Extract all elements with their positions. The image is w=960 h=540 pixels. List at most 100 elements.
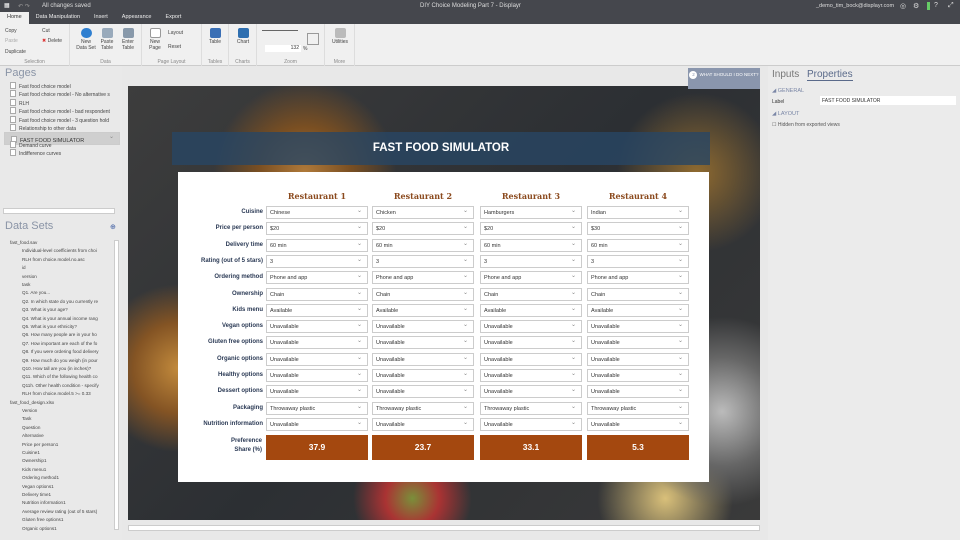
variable-item[interactable]: Vegan options1: [22, 484, 122, 489]
attribute-select[interactable]: Unavailable: [266, 352, 368, 366]
tab-properties[interactable]: Properties: [807, 69, 853, 81]
attribute-select[interactable]: Unavailable: [266, 336, 368, 350]
layout-section[interactable]: ◢ LAYOUT: [772, 111, 799, 117]
attribute-select[interactable]: Unavailable: [480, 352, 582, 366]
attribute-select[interactable]: Chain: [266, 287, 368, 301]
table-button[interactable]: Table: [205, 28, 225, 45]
page-item[interactable]: Indifference curves: [10, 149, 120, 157]
page-item[interactable]: Fast food choice model: [10, 82, 120, 90]
enter-table-button[interactable]: Enter Table: [119, 28, 137, 51]
canvas-scrollbar[interactable]: [128, 525, 760, 531]
variable-item[interactable]: Q4. What is your annual income rang: [22, 316, 122, 321]
variable-item[interactable]: Kids menu1: [22, 467, 122, 472]
attribute-select[interactable]: Chain: [372, 287, 474, 301]
label-input[interactable]: FAST FOOD SIMULATOR: [820, 96, 956, 105]
attribute-select[interactable]: Unavailable: [372, 385, 474, 399]
variable-item[interactable]: Organic options1: [22, 526, 122, 531]
copy-button[interactable]: Copy: [5, 28, 17, 34]
cut-button[interactable]: Cut: [42, 28, 50, 34]
attribute-select[interactable]: Unavailable: [587, 385, 689, 399]
variable-item[interactable]: Ordering method1: [22, 475, 122, 480]
variable-item[interactable]: Question: [22, 425, 122, 430]
attribute-select[interactable]: 3: [587, 254, 689, 268]
attribute-select[interactable]: Unavailable: [587, 369, 689, 382]
attribute-select[interactable]: Unavailable: [587, 352, 689, 366]
variable-item[interactable]: Delivery time1: [22, 492, 122, 497]
page-item[interactable]: Fast food choice model - bad respondent: [10, 107, 120, 115]
attribute-select[interactable]: Available: [587, 303, 689, 317]
attribute-select[interactable]: Unavailable: [480, 369, 582, 382]
variable-item[interactable]: Q3. What is your age?: [22, 307, 122, 312]
variable-item[interactable]: Q11h. Other health condition - specify: [22, 383, 122, 388]
attribute-select[interactable]: Unavailable: [372, 320, 474, 334]
variable-item[interactable]: Individual-level coefficients from choi: [22, 248, 122, 253]
attribute-select[interactable]: Unavailable: [480, 417, 582, 431]
attribute-select[interactable]: $20: [480, 222, 582, 236]
attribute-select[interactable]: 60 min: [372, 238, 474, 252]
page-item[interactable]: Fast food choice model - 3 question hold: [10, 116, 120, 124]
dataset-file[interactable]: fast_food.sav: [10, 240, 110, 245]
delete-button[interactable]: ✖ Delete: [42, 38, 62, 44]
attribute-select[interactable]: Unavailable: [480, 385, 582, 399]
tab-insert[interactable]: Insert: [87, 12, 115, 24]
attribute-select[interactable]: 60 min: [266, 238, 368, 252]
attribute-select[interactable]: Unavailable: [372, 417, 474, 431]
attribute-select[interactable]: Throwaway plastic: [587, 401, 689, 415]
app-menu-icon[interactable]: ▦: [4, 2, 10, 9]
attribute-select[interactable]: Unavailable: [372, 336, 474, 350]
attribute-select[interactable]: Available: [372, 303, 474, 317]
attribute-select[interactable]: 3: [266, 254, 368, 268]
attribute-select[interactable]: Chain: [480, 287, 582, 301]
tab-appearance[interactable]: Appearance: [115, 12, 159, 24]
variable-item[interactable]: task: [22, 282, 122, 287]
page-item[interactable]: Demand curve: [10, 141, 120, 149]
add-dataset-icon[interactable]: ⊕: [110, 223, 116, 231]
tab-home[interactable]: Home: [0, 12, 29, 24]
attribute-select[interactable]: Chicken: [372, 206, 474, 219]
variable-item[interactable]: Q10. How tall are you (in inches)?: [22, 366, 122, 371]
paste-table-button[interactable]: Paste Table: [98, 28, 116, 51]
variable-item[interactable]: Alternative: [22, 433, 122, 438]
variable-item[interactable]: Gluten free options1: [22, 517, 122, 522]
general-section[interactable]: ◢ GENERAL: [772, 88, 804, 94]
pages-scrollbar[interactable]: [3, 208, 115, 214]
layout-dropdown[interactable]: Layout: [168, 30, 183, 36]
dataset-file[interactable]: fast_food_design.xlsx: [10, 400, 110, 405]
variable-item[interactable]: Q9. How much do you weigh (in pour: [22, 358, 122, 363]
attribute-select[interactable]: Available: [480, 303, 582, 317]
variable-item[interactable]: Ownership1: [22, 458, 122, 463]
variable-item[interactable]: Cuisine1: [22, 450, 122, 455]
attribute-select[interactable]: Chain: [587, 287, 689, 301]
attribute-select[interactable]: Throwaway plastic: [480, 401, 582, 415]
variable-item[interactable]: version: [22, 274, 122, 279]
attribute-select[interactable]: Phone and app: [372, 271, 474, 285]
variable-item[interactable]: Q8. If you were ordering food delivery: [22, 349, 122, 354]
page-item[interactable]: Relationship to other data: [10, 124, 120, 132]
variable-item[interactable]: Q7. How important are each of the fo: [22, 341, 122, 346]
attribute-select[interactable]: Available: [266, 303, 368, 317]
variable-item[interactable]: Version: [22, 408, 122, 413]
attribute-select[interactable]: Unavailable: [372, 352, 474, 366]
attribute-select[interactable]: 3: [372, 254, 474, 268]
attribute-select[interactable]: Unavailable: [587, 320, 689, 334]
page-item[interactable]: Fast food choice model - No alternative …: [10, 90, 120, 98]
chart-button[interactable]: Chart: [233, 28, 253, 45]
variable-item[interactable]: Average review rating (out of 5 stars): [22, 509, 122, 514]
variable-item[interactable]: Q1. Are you...: [22, 290, 122, 295]
attribute-select[interactable]: Phone and app: [266, 271, 368, 285]
attribute-select[interactable]: Throwaway plastic: [266, 401, 368, 415]
attribute-select[interactable]: $20: [372, 222, 474, 236]
attribute-select[interactable]: Indian: [587, 206, 689, 219]
attribute-select[interactable]: Unavailable: [587, 417, 689, 431]
utilities-button[interactable]: Utilities: [328, 28, 352, 45]
attribute-select[interactable]: Unavailable: [587, 336, 689, 350]
tab-data-manipulation[interactable]: Data Manipulation: [29, 12, 87, 24]
attribute-select[interactable]: Phone and app: [587, 271, 689, 285]
attribute-select[interactable]: Unavailable: [266, 417, 368, 431]
new-page-button[interactable]: New Page: [146, 28, 164, 51]
attribute-select[interactable]: $20: [266, 222, 368, 236]
attribute-select[interactable]: Unavailable: [266, 320, 368, 334]
variable-item[interactable]: RLH from choice.model.no.asc: [22, 257, 122, 262]
undo-redo-icons[interactable]: ↶ ↷: [18, 3, 30, 10]
attribute-select[interactable]: Unavailable: [480, 320, 582, 334]
